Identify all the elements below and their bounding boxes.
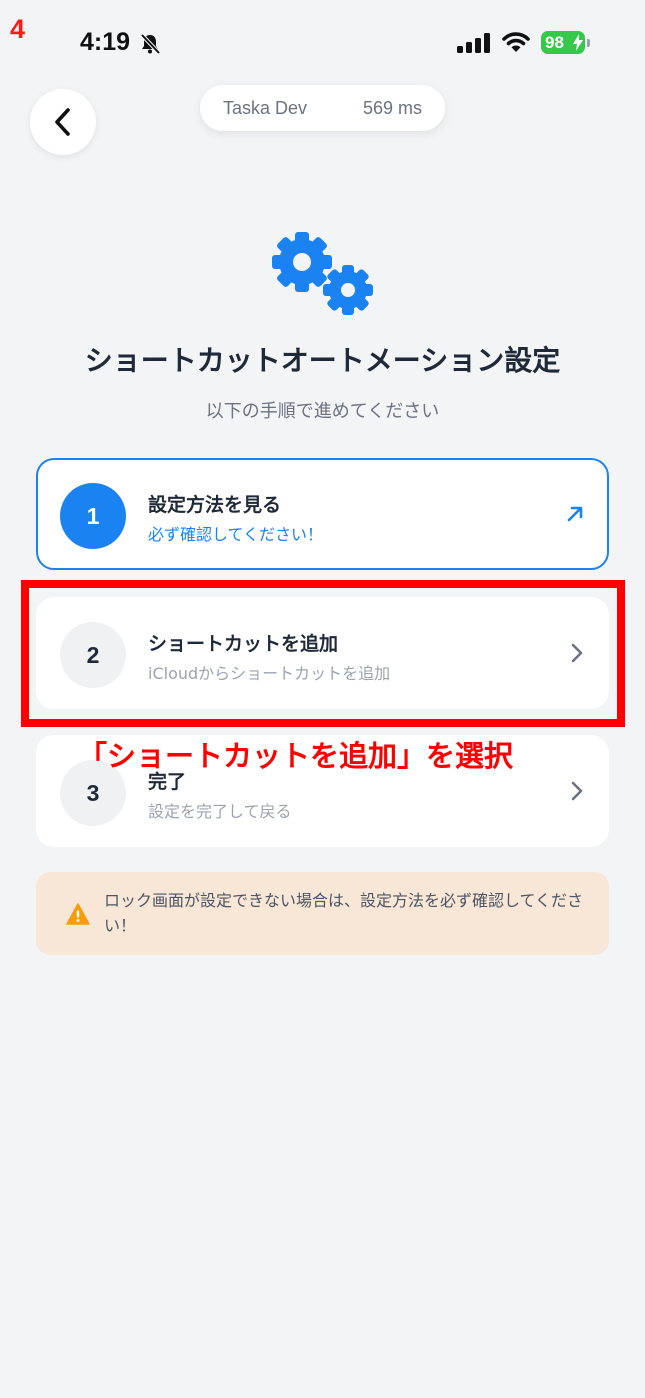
chevron-right-icon bbox=[571, 781, 583, 801]
gears-icon bbox=[272, 232, 373, 315]
warning-text: ロック画面が設定できない場合は、設定方法を必ず確認してください！ bbox=[104, 891, 584, 935]
status-time: 4:19 bbox=[80, 28, 131, 56]
dev-app-name: Taska Dev bbox=[223, 98, 308, 118]
annotation-callout: 「ショートカットを追加」を選択 bbox=[78, 739, 514, 773]
external-link-icon bbox=[567, 506, 583, 522]
battery-indicator: 98 bbox=[541, 31, 585, 54]
warning-banner: ロック画面が設定できない場合は、設定方法を必ず確認してください！ bbox=[36, 872, 609, 955]
chevron-left-icon bbox=[55, 108, 70, 136]
step-description: 設定を完了して戻る bbox=[148, 802, 292, 821]
dev-overlay-pill: Taska Dev 569 ms bbox=[200, 85, 445, 131]
status-bar: 4:19 98 bbox=[0, 26, 645, 62]
step-description: 必ず確認してください！ bbox=[148, 525, 324, 544]
step-number-badge: 1 bbox=[60, 483, 126, 549]
charging-bolt-icon bbox=[573, 34, 583, 51]
dev-latency: 569 ms bbox=[362, 98, 422, 118]
battery-level: 98 bbox=[545, 32, 564, 52]
screen: 4 4:19 98 Taska Dev 569 ms ショートカットオートメーシ… bbox=[0, 0, 645, 1398]
signal-icon bbox=[457, 33, 490, 53]
step-title: 設定方法を見る bbox=[148, 494, 282, 516]
step-card-view-setup[interactable]: 1 設定方法を見る 必ず確認してください！ bbox=[36, 458, 609, 570]
wifi-icon bbox=[502, 32, 530, 52]
page-title: ショートカットオートメーション設定 bbox=[84, 344, 561, 377]
annotation-highlight-box bbox=[21, 580, 625, 727]
back-button[interactable] bbox=[30, 89, 96, 155]
page-subtitle: 以下の手順で進めてください bbox=[205, 401, 440, 422]
battery-tip bbox=[587, 39, 590, 47]
bell-slash-icon bbox=[140, 33, 161, 55]
warning-icon bbox=[66, 903, 90, 925]
